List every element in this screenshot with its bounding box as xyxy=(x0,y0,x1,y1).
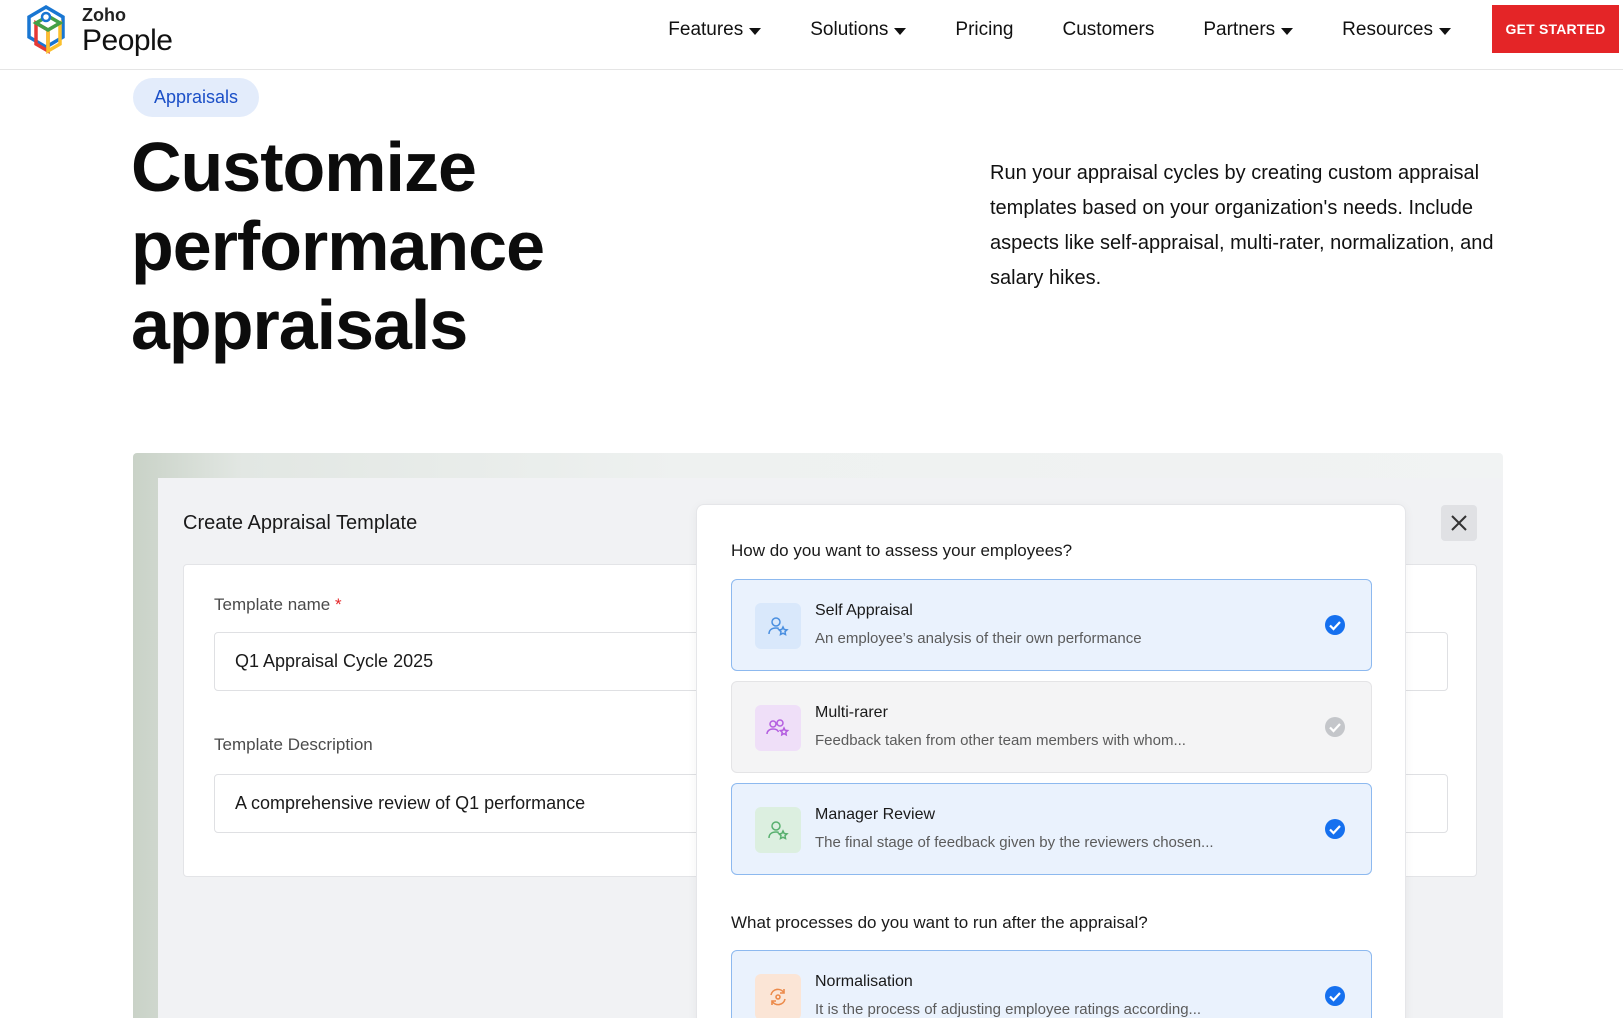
option-subtitle: Feedback taken from other team members w… xyxy=(815,732,1186,749)
main-nav: Features Solutions Pricing Customers Par… xyxy=(619,0,1451,60)
option-title: Manager Review xyxy=(815,806,936,823)
required-mark: * xyxy=(334,595,342,614)
option-title: Multi-rarer xyxy=(815,704,888,721)
check-circle-icon[interactable] xyxy=(1324,818,1346,840)
check-circle-unselected-icon[interactable] xyxy=(1324,716,1346,738)
chevron-down-icon xyxy=(894,27,907,35)
title-line-3: appraisals xyxy=(131,286,468,364)
template-description-label: Template Description xyxy=(214,735,373,754)
user-star-icon xyxy=(755,603,801,649)
option-subtitle: An employee’s analysis of their own perf… xyxy=(815,630,1142,647)
option-multi-rater[interactable]: Multi-rarer Feedback taken from other te… xyxy=(731,681,1372,773)
zoho-people-logo[interactable]: Zoho People xyxy=(18,3,193,59)
chevron-down-icon xyxy=(1439,27,1451,35)
close-icon xyxy=(1451,515,1467,531)
hero-description: Run your appraisal cycles by creating cu… xyxy=(990,162,1494,289)
option-title: Self Appraisal xyxy=(815,602,913,619)
get-started-button[interactable]: GET STARTED xyxy=(1492,5,1619,53)
process-question: What processes do you want to run after … xyxy=(731,913,1148,932)
nav-resources[interactable]: Resources xyxy=(1342,19,1451,41)
nav-partners-label: Partners xyxy=(1203,19,1276,40)
close-button[interactable] xyxy=(1441,505,1477,541)
check-circle-icon[interactable] xyxy=(1324,985,1346,1007)
page-title: Customize performance appraisals xyxy=(131,128,731,365)
logo-people-text: People xyxy=(82,24,173,57)
option-normalisation[interactable]: Normalisation It is the process of adjus… xyxy=(731,950,1372,1018)
title-line-1: Customize xyxy=(131,128,477,206)
top-navbar: Zoho People Features Solutions Pricing C… xyxy=(0,0,1623,70)
nav-pricing[interactable]: Pricing xyxy=(955,19,1013,41)
dialog-title: Create Appraisal Template xyxy=(183,512,418,534)
option-subtitle: It is the process of adjusting employee … xyxy=(815,1001,1202,1018)
nav-pricing-label: Pricing xyxy=(955,19,1014,40)
logo-zoho-text: Zoho xyxy=(82,5,126,25)
zoho-people-logo-icon xyxy=(27,4,65,55)
users-star-icon xyxy=(755,705,801,751)
nav-customers[interactable]: Customers xyxy=(1063,19,1155,41)
assessment-modal: How do you want to assess your employees… xyxy=(696,504,1406,1018)
check-circle-icon[interactable] xyxy=(1324,614,1346,636)
nav-customers-label: Customers xyxy=(1062,19,1155,40)
option-self-appraisal[interactable]: Self Appraisal An employee’s analysis of… xyxy=(731,579,1372,671)
option-manager-review[interactable]: Manager Review The final stage of feedba… xyxy=(731,783,1372,875)
nav-resources-label: Resources xyxy=(1342,19,1433,40)
chevron-down-icon xyxy=(749,27,762,35)
template-name-label: Template name * xyxy=(214,595,342,615)
nav-features[interactable]: Features xyxy=(668,19,762,41)
nav-features-label: Features xyxy=(668,19,744,40)
assess-question: How do you want to assess your employees… xyxy=(731,541,1073,560)
chevron-down-icon xyxy=(1281,27,1294,35)
option-title: Normalisation xyxy=(815,973,913,990)
manager-icon xyxy=(755,807,801,853)
nav-solutions-label: Solutions xyxy=(810,19,889,40)
nav-solutions[interactable]: Solutions xyxy=(810,19,907,41)
template-name-label-text: Template name xyxy=(214,595,331,614)
nav-partners[interactable]: Partners xyxy=(1203,19,1294,41)
title-line-2: performance xyxy=(131,207,545,285)
appraisals-tag[interactable]: Appraisals xyxy=(133,78,260,117)
normalise-icon xyxy=(755,974,801,1018)
option-subtitle: The final stage of feedback given by the… xyxy=(815,834,1214,851)
